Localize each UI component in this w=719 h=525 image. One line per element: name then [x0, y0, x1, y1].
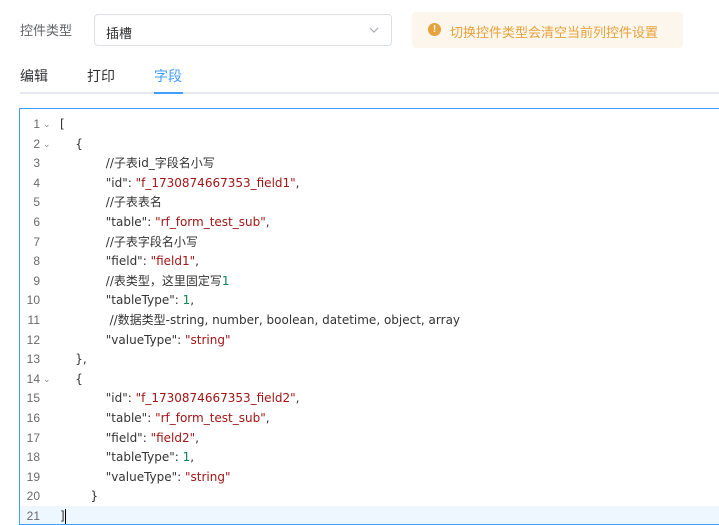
code-line[interactable]: 1 ⌄ [: [20, 114, 719, 134]
code-text: "table": "rf_form_test_sub",: [60, 215, 270, 229]
line-number: 8: [33, 254, 40, 269]
code-text: "valueType": "string": [60, 469, 231, 484]
code-line[interactable]: 7 //子表字段名小写: [20, 232, 719, 252]
code-line[interactable]: 12 "valueType": "string": [20, 330, 719, 350]
code-line[interactable]: 13 },: [20, 349, 719, 369]
code-text: "field": "field2",: [60, 430, 199, 445]
code-text: {: [60, 136, 83, 151]
code-line[interactable]: 17 "field": "field2",: [20, 428, 719, 448]
code-text: "id": "f_1730874667353_field1",: [60, 175, 300, 190]
line-number: 3: [33, 156, 40, 171]
tab-edit[interactable]: 编辑: [20, 66, 48, 86]
tab-divider: [20, 92, 719, 94]
code-text: "id": "f_1730874667353_field2",: [60, 391, 300, 406]
tab-active-indicator: [154, 92, 183, 94]
control-type-select[interactable]: 插槽: [94, 14, 392, 46]
control-type-value: 插槽: [106, 26, 133, 41]
code-line[interactable]: 20 }: [20, 486, 719, 506]
line-number: 18: [26, 450, 40, 465]
fold-chevron-icon[interactable]: ⌄: [43, 114, 51, 134]
line-number: 1: [33, 117, 40, 131]
code-line[interactable]: 6 "table": "rf_form_test_sub",: [20, 212, 719, 232]
line-number: 20: [26, 489, 40, 504]
code-text: [: [60, 117, 65, 131]
warning-icon: !: [428, 23, 441, 36]
code-line[interactable]: 21]: [20, 506, 719, 524]
fold-chevron-icon[interactable]: ⌄: [43, 369, 51, 389]
line-number: 5: [33, 195, 40, 210]
code-text: "field": "field1",: [60, 254, 199, 269]
code-line[interactable]: 15 "id": "f_1730874667353_field2",: [20, 388, 719, 408]
code-text: }: [60, 489, 99, 504]
line-number: 15: [26, 391, 40, 406]
code-editor[interactable]: 1 ⌄[2 ⌄ {3 //子表id_字段名小写 4 "id": "f_17308746…: [19, 108, 719, 525]
line-number: 9: [33, 273, 40, 288]
line-number: 17: [26, 430, 40, 445]
line-number: 2: [33, 136, 40, 151]
code-line[interactable]: 11 //数据类型-string, number, boolean, datet…: [20, 310, 719, 330]
text-cursor: [64, 509, 66, 524]
code-text: //子表id_字段名小写: [60, 156, 215, 171]
line-number: 16: [26, 411, 40, 425]
code-line[interactable]: 5 //子表表名: [20, 192, 719, 212]
code-line[interactable]: 9 //表类型，这里固定写1: [20, 271, 719, 291]
code-text: //子表表名: [60, 195, 162, 210]
line-number: 13: [26, 352, 40, 367]
code-line[interactable]: 2 ⌄ {: [20, 134, 719, 154]
code-text: ]: [60, 509, 66, 524]
warning-text: 切换控件类型会清空当前列控件设置: [450, 25, 659, 40]
line-number: 10: [26, 293, 40, 308]
tab-field[interactable]: 字段: [154, 66, 182, 86]
code-text: "tableType": 1,: [60, 293, 195, 308]
code-line[interactable]: 4 "id": "f_1730874667353_field1",: [20, 173, 719, 193]
code-text: //子表字段名小写: [60, 234, 198, 249]
control-type-row: 控件类型 插槽 ! 切换控件类型会清空当前列控件设置: [0, 0, 719, 60]
code-text: "table": "rf_form_test_sub",: [60, 411, 270, 425]
line-number: 14: [26, 371, 40, 386]
code-line[interactable]: 10 "tableType": 1,: [20, 290, 719, 310]
code-text: },: [60, 352, 87, 367]
fold-chevron-icon[interactable]: ⌄: [43, 134, 51, 154]
code-line[interactable]: 18 "tableType": 1,: [20, 447, 719, 467]
code-text: {: [60, 371, 83, 386]
tab-bar: 编辑 打印 字段: [0, 60, 719, 94]
code-line[interactable]: 16 "table": "rf_form_test_sub",: [20, 408, 719, 428]
line-number: 11: [27, 313, 40, 327]
code-text: //数据类型-string, number, boolean, datetime…: [60, 313, 461, 327]
code-text: "tableType": 1,: [60, 450, 195, 465]
line-number: 19: [26, 469, 40, 484]
line-number: 12: [26, 332, 40, 347]
line-number: 6: [33, 215, 40, 229]
line-number: 7: [33, 234, 40, 249]
line-number: 4: [33, 175, 40, 190]
tab-print[interactable]: 打印: [87, 66, 115, 86]
code-text: //表类型，这里固定写1: [60, 273, 230, 288]
chevron-down-icon: [369, 27, 379, 33]
code-line[interactable]: 14 ⌄ {: [20, 369, 719, 389]
line-number: 21: [26, 509, 40, 523]
code-line[interactable]: 8 "field": "field1",: [20, 251, 719, 271]
code-line[interactable]: 3 //子表id_字段名小写: [20, 153, 719, 173]
code-text: "valueType": "string": [60, 332, 231, 347]
warning-alert: ! 切换控件类型会清空当前列控件设置: [412, 12, 683, 48]
control-type-label: 控件类型: [20, 23, 73, 38]
code-line[interactable]: 19 "valueType": "string": [20, 467, 719, 487]
